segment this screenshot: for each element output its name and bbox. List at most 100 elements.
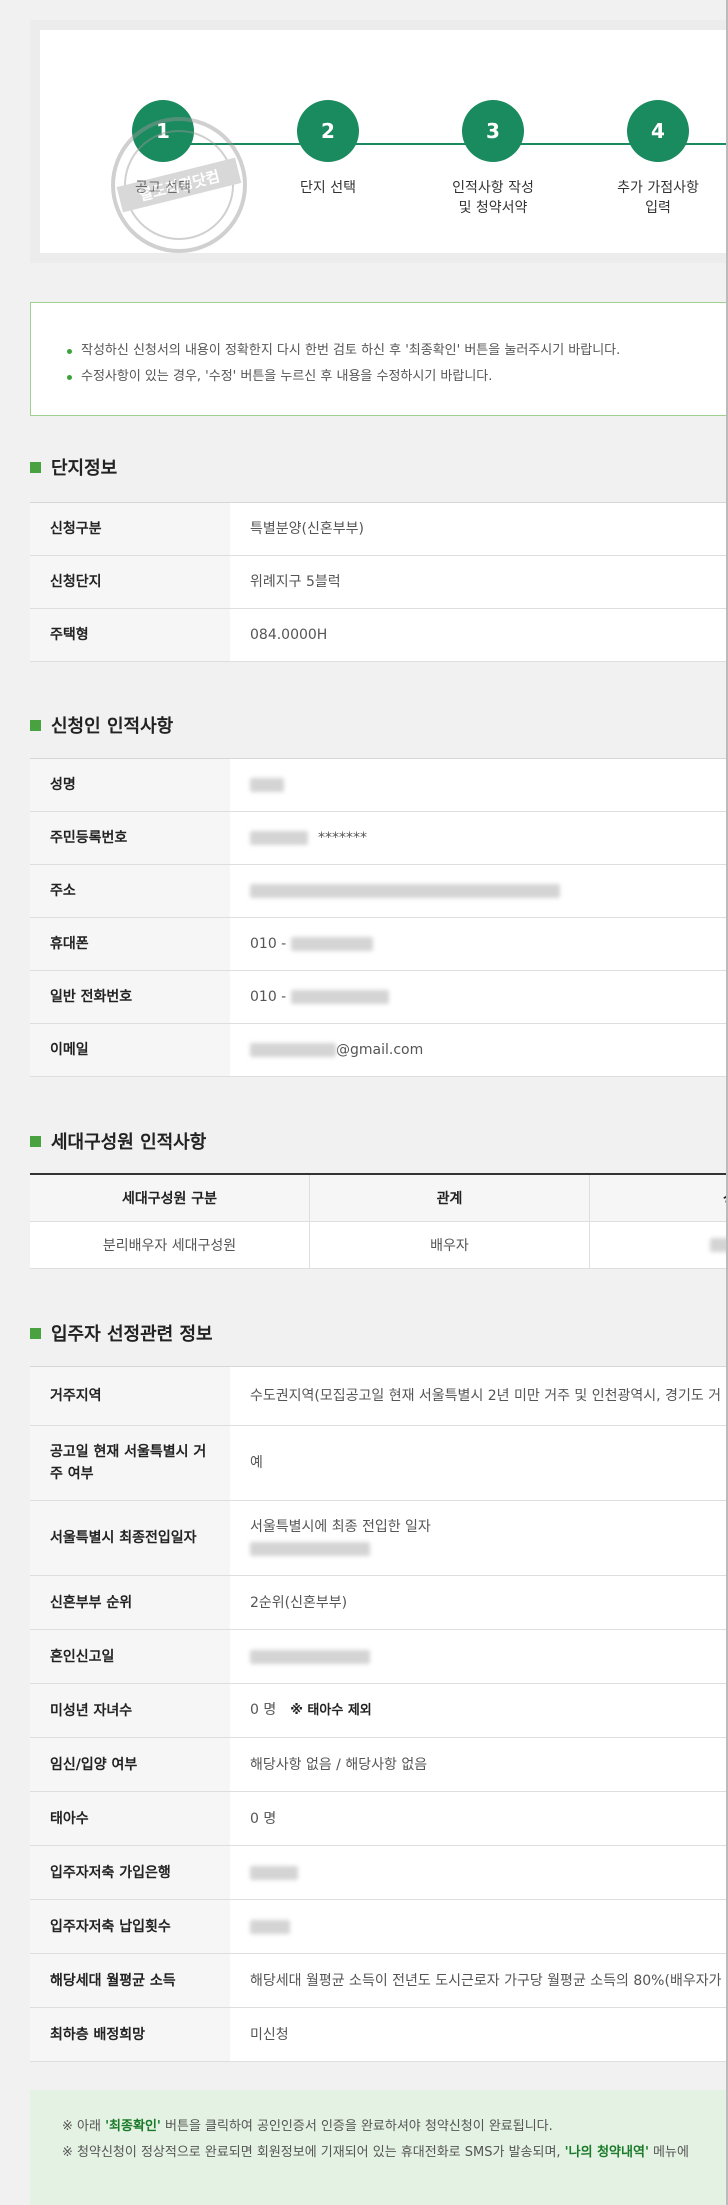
section-marker-icon <box>30 461 41 473</box>
row-label: 입주자저축 가입은행 <box>30 1846 230 1899</box>
redacted-name <box>250 778 284 792</box>
section-marker-icon <box>30 719 41 731</box>
guidance-text: ※ 아래 <box>62 2119 106 2134</box>
row-label: 최하층 배정희망 <box>30 2008 230 2061</box>
guidance-item: ※ 청약신청이 정상적으로 완료되면 회원정보에 기재되어 있는 휴대전화로 S… <box>62 2140 689 2166</box>
redacted-id-prefix <box>250 831 308 845</box>
row-value: 해당세대 월평균 소득이 전년도 도시근로자 가구당 월평균 소득의 80%(배… <box>250 1972 722 1989</box>
row-value: @gmail.com <box>230 1024 728 1076</box>
bottom-guidance-box: ※ 아래 '최종확인' 버튼을 클릭하여 공인인증서 인증을 완료하셔야 청약신… <box>30 2090 728 2205</box>
redacted-date <box>250 1542 370 1556</box>
row-label: 해당세대 월평균 소득 <box>30 1954 230 2007</box>
phone-prefix: 010 - <box>250 989 287 1005</box>
step-3-label: 인적사항 작성 및 청약서약 <box>452 180 534 216</box>
row-value: 2순위(신혼부부) <box>250 1594 348 1611</box>
step-4: 4 추가 가점사항 입력 <box>573 100 728 218</box>
row-label: 미성년 자녀수 <box>30 1684 230 1737</box>
step-3-number: 3 <box>462 100 524 162</box>
selection-info-table: 거주지역 수도권지역(모집공고일 현재 서울특별시 2년 미만 거주 및 인천광… <box>30 1366 728 2062</box>
step-3: 3 인적사항 작성 및 청약서약 <box>408 100 578 218</box>
application-review-page: 1 공고 선택 2 단지 선택 3 인적사항 작성 및 청약서약 4 추가 가점… <box>0 0 728 2205</box>
table-header-row: 세대구성원 구분 관계 성 <box>30 1175 728 1222</box>
redacted-phone <box>290 990 389 1004</box>
household-table: 세대구성원 구분 관계 성 분리배우자 세대구성원 배우자 <box>30 1173 728 1269</box>
step-2-label: 단지 선택 <box>300 180 356 196</box>
row-label: 일반 전화번호 <box>30 971 230 1023</box>
row-value <box>230 1846 728 1899</box>
child-count-note: ※ 태아수 제외 <box>290 1703 372 1718</box>
table-row: 서울특별시 최종전입일자 서울특별시에 최종 전입한 일자 <box>30 1501 728 1576</box>
row-label: 태아수 <box>30 1792 230 1845</box>
table-cell: 배우자 <box>310 1222 590 1268</box>
section-title-text: 단지정보 <box>51 458 118 479</box>
notice-box: 작성하신 신청서의 내용이 정확한지 다시 한번 검토 하신 후 '최종확인' … <box>30 302 728 416</box>
row-label: 혼인신고일 <box>30 1630 230 1683</box>
row-label: 임신/입양 여부 <box>30 1738 230 1791</box>
redacted-count <box>250 1919 290 1934</box>
row-value: 084.0000H <box>250 627 328 643</box>
row-value: 010 - <box>230 918 728 970</box>
table-row: 임신/입양 여부 해당사항 없음 / 해당사항 없음 <box>30 1738 728 1792</box>
row-label: 거주지역 <box>30 1367 230 1425</box>
step-4-number: 4 <box>627 100 689 162</box>
table-row: 신혼부부 순위 2순위(신혼부부) <box>30 1576 728 1630</box>
notice-item: 작성하신 신청서의 내용이 정확한지 다시 한번 검토 하신 후 '최종확인' … <box>67 338 620 364</box>
table-row: 태아수 0 명 <box>30 1792 728 1846</box>
row-label: 주소 <box>30 865 230 917</box>
applicant-info-table: 성명 주민등록번호 ******* 주소 휴대폰 010 - 일반 전화번호 0… <box>30 758 728 1077</box>
row-value: 0 명 <box>250 1810 277 1827</box>
row-value <box>230 759 728 811</box>
table-row: 최하층 배정희망 미신청 <box>30 2008 728 2062</box>
row-value: 해당사항 없음 / 해당사항 없음 <box>250 1756 428 1773</box>
my-application-highlight: '나의 청약내역' <box>564 2145 649 2160</box>
row-label: 휴대폰 <box>30 918 230 970</box>
row-value: 위례지구 5블럭 <box>250 574 341 590</box>
step-4-label: 추가 가점사항 입력 <box>617 180 699 216</box>
row-label: 성명 <box>30 759 230 811</box>
guidance-text: ※ 청약신청이 정상적으로 완료되면 회원정보에 기재되어 있는 휴대전화로 S… <box>62 2145 565 2160</box>
section-title-household: 세대구성원 인적사항 <box>30 1129 206 1153</box>
section-title-text: 신청인 인적사항 <box>51 716 174 737</box>
table-row: 거주지역 수도권지역(모집공고일 현재 서울특별시 2년 미만 거주 및 인천광… <box>30 1367 728 1426</box>
row-label: 신청단지 <box>30 556 230 608</box>
redacted-date <box>250 1649 370 1664</box>
row-label: 주민등록번호 <box>30 812 230 864</box>
redacted-bank <box>250 1865 298 1880</box>
table-row: 주택형 084.0000H <box>30 609 728 662</box>
phone-prefix: 010 - <box>250 936 287 952</box>
column-header: 세대구성원 구분 <box>30 1175 310 1221</box>
table-row: 미성년 자녀수 0 명 ※ 태아수 제외 <box>30 1684 728 1738</box>
table-row: 입주자저축 가입은행 <box>30 1846 728 1900</box>
row-label: 이메일 <box>30 1024 230 1076</box>
final-confirm-highlight: '최종확인' <box>105 2119 161 2134</box>
section-title-text: 입주자 선정관련 정보 <box>51 1324 213 1345</box>
redacted-email-user <box>250 1043 336 1057</box>
table-row: 휴대폰 010 - <box>30 918 728 971</box>
row-label: 공고일 현재 서울특별시 거주 여부 <box>30 1426 230 1500</box>
row-value: 예 <box>250 1455 263 1471</box>
column-header: 관계 <box>310 1175 590 1221</box>
section-title-applicant: 신청인 인적사항 <box>30 713 173 737</box>
row-value: 010 - <box>230 971 728 1023</box>
row-value <box>230 865 728 917</box>
email-domain: @gmail.com <box>336 1042 424 1058</box>
masked-id-suffix: ******* <box>318 830 367 846</box>
guidance-item: ※ 아래 '최종확인' 버튼을 클릭하여 공인인증서 인증을 완료하셔야 청약신… <box>62 2114 689 2140</box>
redacted-address <box>250 884 560 898</box>
row-label: 주택형 <box>30 609 230 661</box>
row-value: 서울특별시에 최종 전입한 일자 <box>230 1501 728 1575</box>
section-marker-icon <box>30 1135 41 1147</box>
table-row: 주민등록번호 ******* <box>30 812 728 865</box>
table-row: 공고일 현재 서울특별시 거주 여부 예 <box>30 1426 728 1501</box>
row-value: 미신청 <box>250 2026 289 2043</box>
guidance-text: 버튼을 클릭하여 공인인증서 인증을 완료하셔야 청약신청이 완료됩니다. <box>160 2119 553 2134</box>
row-value: 수도권지역(모집공고일 현재 서울특별시 2년 미만 거주 및 인천광역시, 경… <box>250 1388 722 1404</box>
table-row: 주소 <box>30 865 728 918</box>
row-value <box>230 1630 728 1683</box>
section-title-text: 세대구성원 인적사항 <box>51 1132 207 1153</box>
table-row: 입주자저축 납입횟수 <box>30 1900 728 1954</box>
step-2-number: 2 <box>297 100 359 162</box>
watermark-stamp: 열도리경닷컴 <box>111 117 247 253</box>
row-label: 서울특별시 최종전입일자 <box>30 1501 230 1575</box>
notice-list: 작성하신 신청서의 내용이 정확한지 다시 한번 검토 하신 후 '최종확인' … <box>67 338 620 390</box>
